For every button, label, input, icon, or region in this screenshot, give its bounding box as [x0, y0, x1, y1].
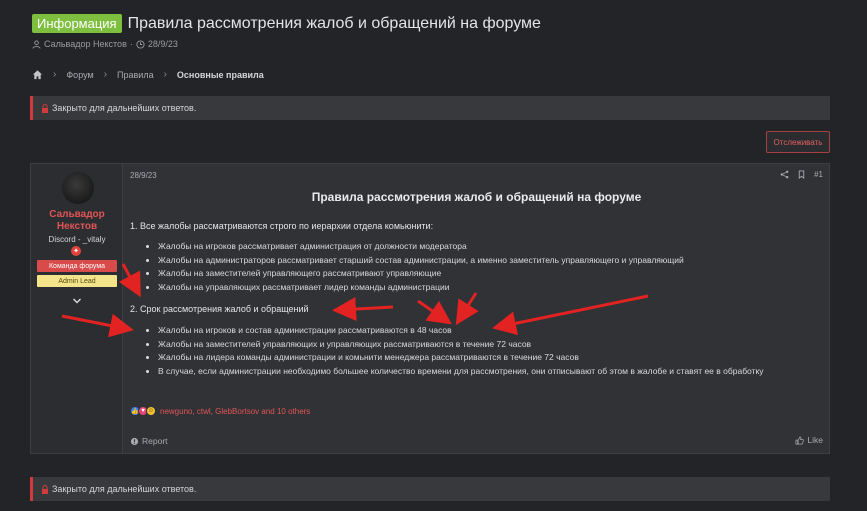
thread-title: Правила рассмотрения жалоб и обращений н…: [127, 14, 541, 32]
like-button[interactable]: Like: [795, 435, 823, 445]
user-badge-icon: ✦: [71, 246, 81, 256]
list-item: Жалобы на администраторов рассматривает …: [158, 254, 786, 268]
post-user-panel: Сальвадор Некстов Discord - _vitaly ✦ Ко…: [31, 164, 123, 453]
list-item: Жалобы на заместителей управляющих и упр…: [158, 338, 786, 352]
report-label: Report: [142, 436, 168, 446]
breadcrumb-current[interactable]: Основные правила: [177, 70, 264, 80]
list-item: Жалобы на игроков рассматривает админист…: [158, 240, 786, 254]
thread-header: Информация Правила рассмотрения жалоб и …: [32, 14, 541, 33]
lock-icon: [42, 484, 48, 494]
reaction-users-link[interactable]: newguno, ctwl, GlebBortsov and 10 others: [160, 407, 310, 416]
role-banner-team: Команда форума: [37, 260, 117, 272]
chevron-right-icon: ›: [53, 69, 57, 80]
report-button[interactable]: Report: [130, 436, 168, 446]
user-icon: [32, 39, 41, 49]
breadcrumb-rules[interactable]: Правила: [117, 70, 154, 80]
username-line2: Некстов: [56, 221, 98, 232]
breadcrumb-forum[interactable]: Форум: [66, 70, 93, 80]
user-discord: Discord - _vitaly: [48, 235, 106, 244]
meta-separator: ·: [129, 39, 133, 49]
share-icon[interactable]: [780, 170, 789, 179]
home-icon[interactable]: [32, 69, 43, 80]
locked-notice-text: Закрыто для дальнейших ответов.: [52, 484, 197, 494]
chevron-right-icon: ›: [103, 69, 108, 80]
list-item: Жалобы на заместителей управляющего расс…: [158, 267, 786, 281]
post-username[interactable]: Сальвадор Некстов: [31, 209, 123, 233]
list-item: Жалобы на лидера команды администрации и…: [158, 351, 786, 365]
section-2-list: Жалобы на игроков и состав администрации…: [146, 324, 786, 378]
list-item: В случае, если администрации необходимо …: [158, 365, 786, 379]
smile-reaction-icon: ☺: [146, 406, 156, 416]
thread-meta: Сальвадор Некстов · 28/9/23: [32, 39, 178, 49]
post-actions: #1: [780, 170, 823, 179]
breadcrumb: › Форум › Правила › Основные правила: [32, 69, 264, 80]
post-date[interactable]: 28/9/23: [130, 171, 157, 180]
clock-icon: [136, 39, 145, 49]
avatar[interactable]: [62, 172, 94, 204]
like-label: Like: [807, 435, 823, 445]
thread-date[interactable]: 28/9/23: [148, 39, 178, 49]
thumbs-up-icon: [795, 436, 805, 444]
list-item: Жалобы на управляющих рассматривает лиде…: [158, 281, 786, 295]
thread-author[interactable]: Сальвадор Некстов: [44, 39, 127, 49]
username-line1: Сальвадор: [49, 209, 105, 220]
locked-notice-top: Закрыто для дальнейших ответов.: [30, 96, 830, 120]
section-2-heading: 2. Срок рассмотрения жалоб и обращений: [130, 304, 309, 314]
chevron-right-icon: ›: [163, 69, 167, 80]
chevron-down-icon[interactable]: [71, 295, 83, 307]
prefix-badge[interactable]: Информация: [32, 14, 122, 33]
list-item: Жалобы на игроков и состав администрации…: [158, 324, 786, 338]
role-banner-admin-lead: Admin Lead: [37, 275, 117, 287]
report-icon: [130, 437, 139, 445]
locked-notice-bottom: Закрыто для дальнейших ответов.: [30, 477, 830, 501]
watch-button[interactable]: Отслеживать: [766, 131, 830, 153]
lock-icon: [42, 103, 48, 113]
section-1-heading: 1. Все жалобы рассматриваются строго по …: [130, 221, 434, 231]
post: Сальвадор Некстов Discord - _vitaly ✦ Ко…: [30, 163, 830, 454]
post-content: 28/9/23 #1 Правила рассмотрения жалоб и …: [124, 164, 829, 453]
post-title: Правила рассмотрения жалоб и обращений н…: [311, 190, 642, 204]
locked-notice-text: Закрыто для дальнейших ответов.: [52, 103, 197, 113]
bookmark-icon[interactable]: [797, 170, 806, 179]
reactions-bar: 👍 ♥ ☺ newguno, ctwl, GlebBortsov and 10 …: [130, 406, 310, 416]
section-1-list: Жалобы на игроков рассматривает админист…: [146, 240, 786, 294]
post-number[interactable]: #1: [814, 170, 823, 179]
